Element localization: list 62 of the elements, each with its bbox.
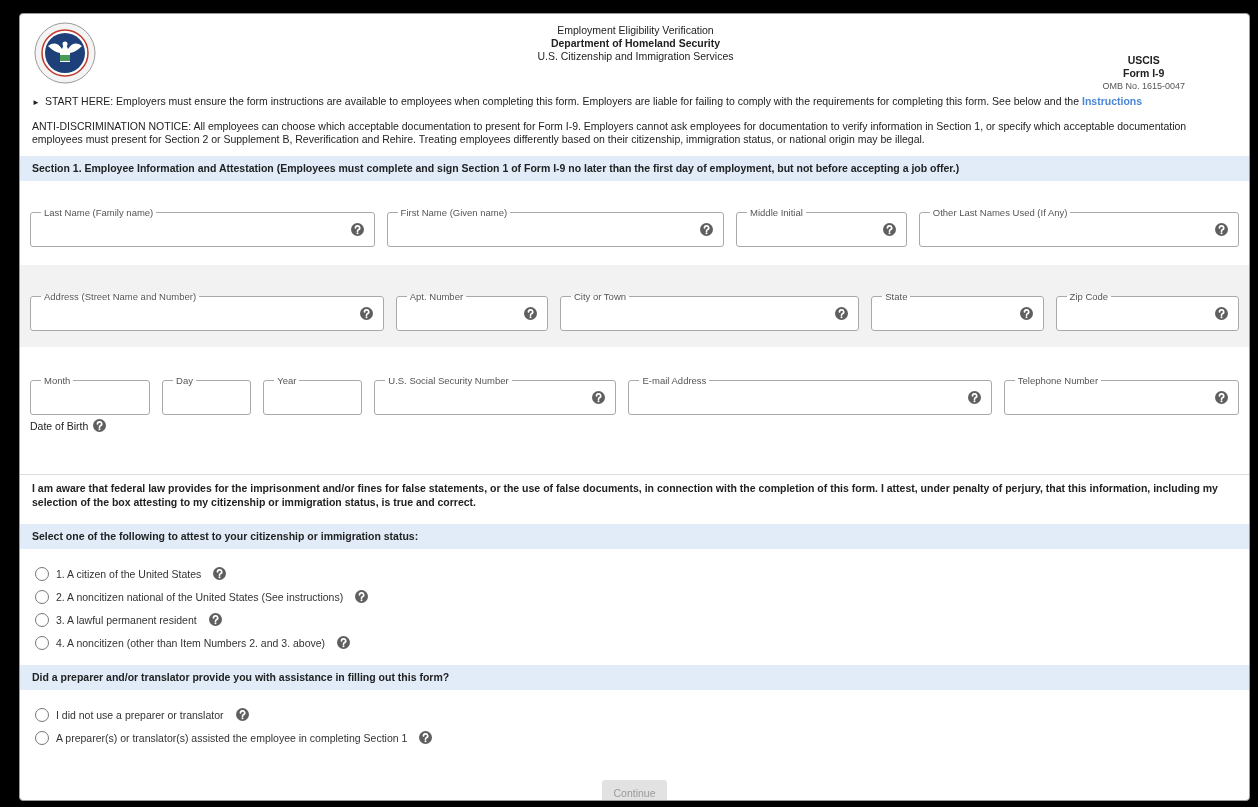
help-icon[interactable] (967, 390, 981, 404)
help-icon[interactable] (337, 636, 351, 649)
radio-button[interactable] (35, 612, 49, 627)
radio-button[interactable] (35, 707, 49, 722)
input-field[interactable]: City or Town (559, 291, 860, 331)
help-icon[interactable] (359, 306, 373, 320)
help-icon[interactable] (592, 390, 606, 404)
help-icon[interactable] (1019, 306, 1033, 320)
input-field[interactable]: Year (263, 375, 363, 415)
date-of-birth-label: Date of Birth (30, 419, 89, 432)
radio-label[interactable]: A preparer(s) or translator(s) assisted the employee in completing Section 1 (56, 731, 408, 744)
input-field[interactable]: Middle Initial (736, 207, 907, 247)
omb-number: OMB No. 1615-0047 (1102, 80, 1185, 93)
input-field[interactable]: Address (Street Name and Number) (30, 291, 384, 331)
input-field[interactable]: Apt. Number (395, 291, 548, 331)
help-icon[interactable] (355, 590, 369, 603)
help-icon[interactable] (700, 222, 714, 236)
help-icon[interactable] (882, 222, 896, 236)
radio-label[interactable]: I did not use a preparer or translator (56, 708, 224, 721)
agency-name: U.S. Citizenship and Immigration Services (537, 50, 734, 63)
instructions-link[interactable]: Instructions (1081, 95, 1143, 107)
help-icon[interactable] (235, 708, 249, 721)
help-icon[interactable] (523, 306, 537, 320)
help-icon[interactable] (350, 222, 364, 236)
input-field[interactable]: Month (30, 375, 151, 415)
radio-label[interactable]: 3. A lawful permanent resident (56, 613, 197, 626)
help-icon[interactable] (1215, 222, 1228, 236)
input-field[interactable]: State (871, 291, 1044, 331)
input-field[interactable]: Day (162, 375, 252, 415)
attestation-statement: I am aware that federal law provides for the imprisonment and/or fines for false statements, or the use of false documents, in connection with the completion of this form. I attest, under penalty of perjury, that this information, including my selection of the box attesting to my citizenship or immigration status, is true and correct. (31, 481, 1219, 510)
help-icon[interactable] (93, 419, 107, 432)
radio-button[interactable] (35, 589, 49, 604)
input-field[interactable]: Other Last Names Used (If Any) (918, 207, 1239, 247)
section-heading: Section 1. Employee Information and Attestation (Employees must complete and sign Section 1 of Form I-9 no later than the first day of employment, but not before accepting a job offer.) (20, 156, 1249, 181)
help-icon[interactable] (835, 306, 849, 320)
help-icon[interactable] (1215, 306, 1229, 320)
help-icon[interactable] (419, 731, 433, 744)
department-name: Department of Homeland Security (549, 37, 722, 50)
radio-button[interactable] (35, 566, 49, 581)
arrow-marker: ► (32, 97, 40, 109)
input-field[interactable]: Zip Code (1055, 291, 1240, 331)
anti-discrimination-notice: ANTI-DISCRIMINATION NOTICE: All employees can choose which acceptable documentation to present for Form I-9. Employers cannot ask employees for documentation to verify information in Section 1, or specify which acceptable documentation employees must present for Section 2 or Supplement B, Reverification and Rehire. Treating employees differently based on their citizenship, immigration status, or national origin may be illegal. (31, 120, 1188, 146)
question-heading: Select one of the following to attest to your citizenship or immigration status: (20, 524, 1249, 549)
question-heading: Did a preparer and/or translator provide you with assistance in filling out this form? (20, 665, 1249, 690)
seal-logo (32, 22, 98, 84)
start-notice: START HERE: Employers must ensure the form instructions are available to employees when completing this form. Employers are liable for failing to comply with the requirements for completing this form. See below and the Instructions (44, 95, 1143, 108)
input-field[interactable]: Telephone Number (1003, 375, 1239, 415)
help-icon[interactable] (213, 567, 227, 580)
help-icon[interactable] (208, 613, 222, 626)
radio-button[interactable] (35, 730, 49, 745)
form-title: Employment Eligibility Verification (556, 24, 715, 37)
radio-button[interactable] (35, 635, 49, 650)
input-field[interactable]: Last Name (Family name) (30, 207, 375, 247)
input-field[interactable]: E-mail Address (628, 375, 992, 415)
help-icon[interactable] (1215, 390, 1228, 404)
input-field[interactable]: U.S. Social Security Number (374, 375, 617, 415)
input-field[interactable]: First Name (Given name) (386, 207, 725, 247)
agency-abbreviation: USCIS (1127, 54, 1160, 67)
form-number: Form I-9 (1123, 67, 1165, 80)
radio-label[interactable]: 1. A citizen of the United States (56, 567, 202, 580)
radio-label[interactable]: 4. A noncitizen (other than Item Numbers 2. and 3. above) (56, 636, 326, 649)
radio-label[interactable]: 2. A noncitizen national of the United States (See instructions) (56, 590, 344, 603)
